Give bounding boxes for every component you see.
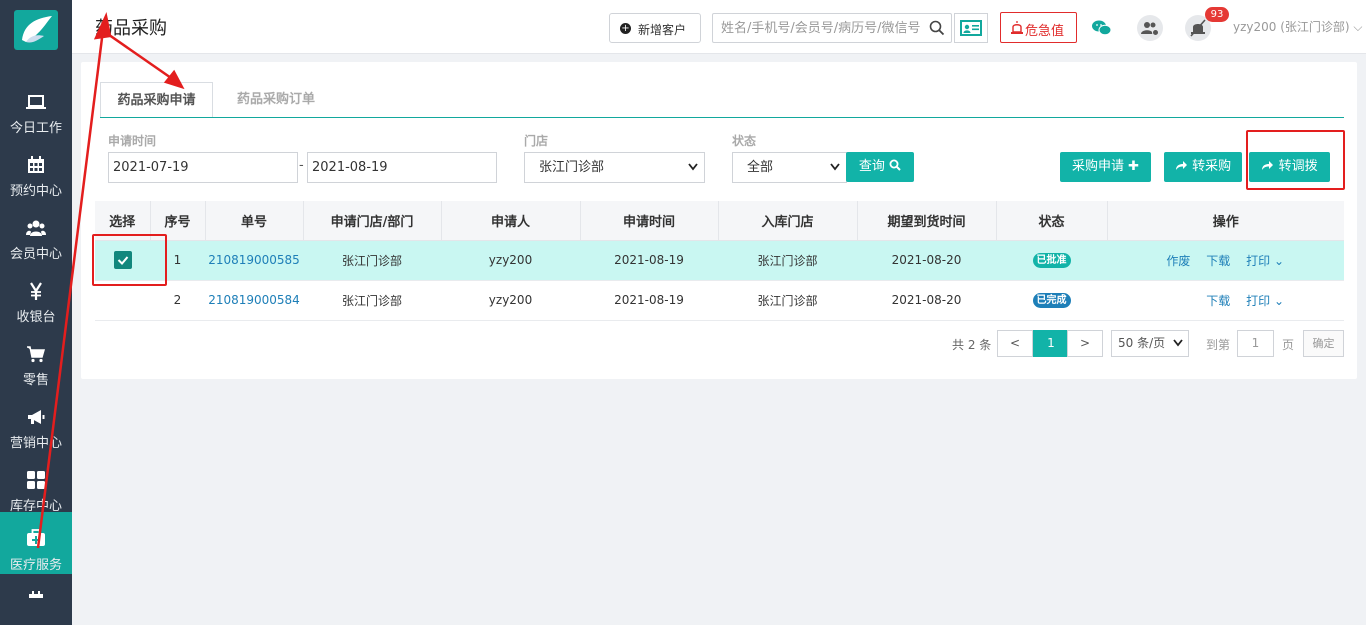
annotation-arrowhead [163, 69, 185, 90]
annotation-arrow-title-to-tab [101, 28, 175, 82]
annotation-arrow-sidebar-to-title [36, 29, 105, 549]
annotation-arrows [36, 11, 185, 549]
